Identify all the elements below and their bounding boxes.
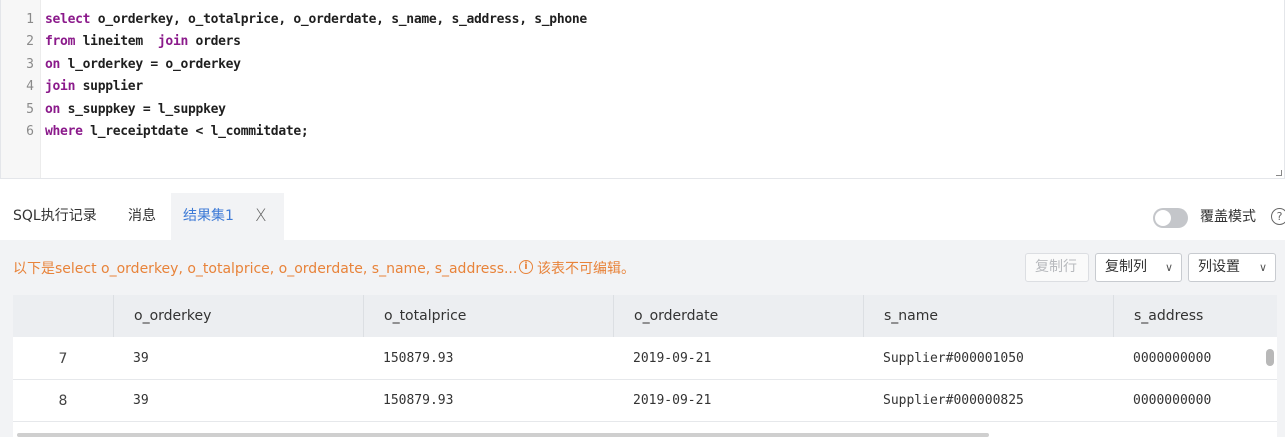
tab-messages[interactable]: 消息 bbox=[128, 193, 156, 240]
code-line[interactable]: on s_suppkey = l_suppkey bbox=[45, 102, 226, 117]
table-cell[interactable]: 39 bbox=[113, 338, 149, 380]
vertical-scrollbar[interactable] bbox=[1266, 349, 1274, 366]
line-number: 2 bbox=[26, 34, 34, 49]
resize-grip-icon[interactable] bbox=[1276, 170, 1282, 176]
sql-keyword: on bbox=[45, 57, 61, 72]
tab-sql-history[interactable]: SQL执行记录 bbox=[13, 193, 97, 240]
copy-row-button[interactable]: 复制行 bbox=[1025, 253, 1089, 282]
column-header[interactable]: s_name bbox=[863, 295, 1113, 337]
code-text: lineitem bbox=[75, 34, 158, 49]
code-line[interactable]: on l_orderkey = o_orderkey bbox=[45, 57, 241, 72]
code-text: l_orderkey = o_orderkey bbox=[60, 57, 241, 72]
sql-keyword: join bbox=[157, 34, 189, 49]
table-cell[interactable]: 2019-09-21 bbox=[613, 380, 711, 422]
overwrite-mode-label: 覆盖模式 bbox=[1200, 209, 1256, 225]
code-text: l_receiptdate < l_commitdate; bbox=[82, 124, 309, 139]
column-header[interactable]: o_totalprice bbox=[363, 295, 613, 337]
table-cell[interactable]: Supplier#000000825 bbox=[863, 380, 1024, 422]
table-cell[interactable]: 0000000000 bbox=[1113, 380, 1211, 422]
table-header: o_orderkey o_totalprice o_orderdate s_na… bbox=[13, 295, 1277, 337]
sql-keyword: on bbox=[45, 102, 61, 117]
not-editable-warning: 该表不可编辑。 bbox=[537, 261, 635, 277]
sql-editor[interactable]: 1 2 3 4 5 6 select o_orderkey, o_totalpr… bbox=[0, 0, 1285, 179]
sql-keyword: from bbox=[45, 34, 76, 49]
column-settings-button[interactable]: 列设置 ∨ bbox=[1188, 253, 1276, 282]
table-cell[interactable]: 150879.93 bbox=[363, 380, 453, 422]
code-text: s_suppkey = l_suppkey bbox=[60, 102, 226, 117]
result-tabs: SQL执行记录 消息 结果集1 X bbox=[0, 193, 1285, 240]
table-cell[interactable]: 0000000000 bbox=[1113, 338, 1211, 380]
code-line[interactable]: join supplier bbox=[45, 79, 143, 94]
code-text: supplier bbox=[75, 79, 144, 94]
column-settings-label: 列设置 bbox=[1198, 259, 1240, 275]
horizontal-scrollbar[interactable] bbox=[17, 433, 989, 437]
line-number: 3 bbox=[26, 57, 34, 72]
line-number: 6 bbox=[26, 124, 34, 139]
chevron-down-icon: ∨ bbox=[1258, 261, 1267, 274]
overwrite-mode-toggle[interactable] bbox=[1153, 208, 1188, 228]
copy-column-button[interactable]: 复制列 ∨ bbox=[1095, 253, 1182, 282]
column-header[interactable]: o_orderdate bbox=[613, 295, 863, 337]
line-number-gutter: 1 2 3 4 5 6 bbox=[1, 0, 41, 178]
chevron-down-icon: ∨ bbox=[1164, 261, 1173, 274]
table-row[interactable]: 7 39 150879.93 2019-09-21 Supplier#00000… bbox=[13, 338, 1277, 380]
column-header[interactable]: s_address bbox=[1113, 295, 1277, 337]
table-cell[interactable]: 39 bbox=[113, 380, 149, 422]
tab-result-set-1[interactable]: 结果集1 X bbox=[171, 193, 284, 240]
code-text: o_orderkey, o_totalprice, o_orderdate, s… bbox=[90, 12, 588, 27]
line-number: 5 bbox=[26, 102, 34, 117]
sql-keyword: join bbox=[45, 79, 76, 94]
column-header[interactable]: o_orderkey bbox=[113, 295, 363, 337]
tab-result-label: 结果集1 bbox=[183, 208, 234, 224]
help-icon[interactable]: ? bbox=[1271, 208, 1285, 225]
sql-keyword: select bbox=[45, 12, 91, 27]
table-cell[interactable]: 2019-09-21 bbox=[613, 338, 711, 380]
table-cell[interactable]: Supplier#000001050 bbox=[863, 338, 1024, 380]
info-circle-icon: i bbox=[519, 260, 533, 274]
copy-column-label: 复制列 bbox=[1105, 259, 1147, 275]
table-cell[interactable]: 150879.93 bbox=[363, 338, 453, 380]
result-table: o_orderkey o_totalprice o_orderdate s_na… bbox=[13, 295, 1277, 437]
line-number: 4 bbox=[26, 79, 34, 94]
code-line[interactable]: from lineitem join orders bbox=[45, 34, 241, 49]
table-row[interactable]: 8 39 150879.93 2019-09-21 Supplier#00000… bbox=[13, 380, 1277, 422]
code-line[interactable]: where l_receiptdate < l_commitdate; bbox=[45, 124, 309, 139]
result-query-info: 以下是select o_orderkey, o_totalprice, o_or… bbox=[13, 261, 518, 277]
sql-keyword: where bbox=[45, 124, 83, 139]
code-line[interactable]: select o_orderkey, o_totalprice, o_order… bbox=[45, 12, 587, 27]
row-index: 8 bbox=[58, 393, 68, 409]
close-icon[interactable]: X bbox=[255, 193, 267, 240]
line-number: 1 bbox=[26, 12, 34, 27]
toggle-knob bbox=[1155, 210, 1171, 226]
code-text: orders bbox=[188, 34, 241, 49]
row-index: 7 bbox=[58, 351, 68, 367]
